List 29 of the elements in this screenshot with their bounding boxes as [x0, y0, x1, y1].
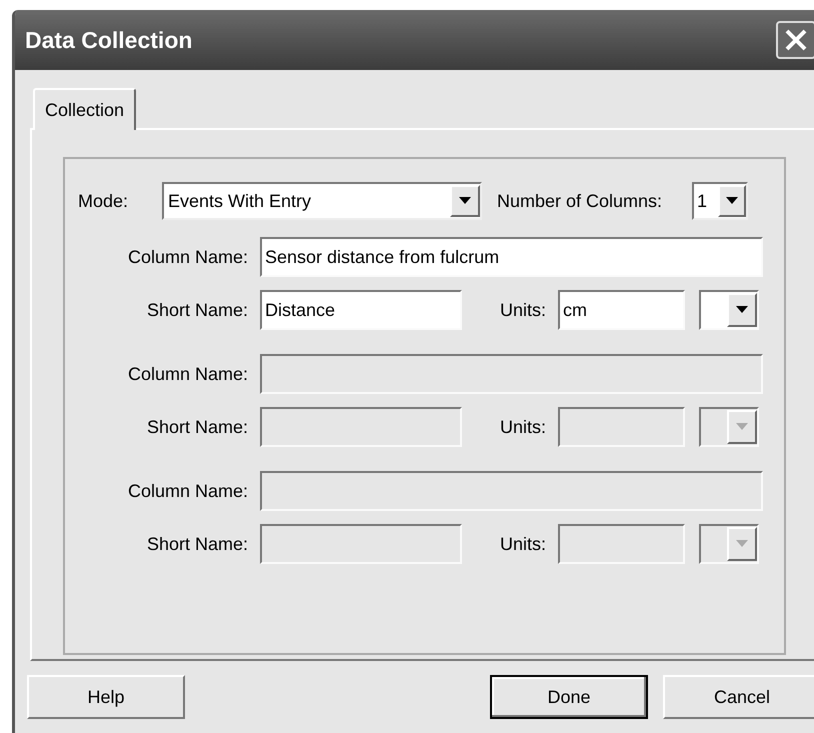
caret-icon [726, 197, 738, 205]
units-label: Units: [498, 416, 546, 438]
close-icon [783, 27, 809, 53]
column-name-label: Column Name: [126, 480, 248, 502]
short-name-label: Short Name: [146, 416, 248, 438]
collection-tab[interactable]: Collection [33, 88, 136, 130]
units-dropdown[interactable] [699, 290, 759, 330]
caret-icon [736, 423, 748, 431]
units-label: Units: [498, 532, 546, 556]
close-button[interactable] [776, 21, 814, 59]
dialog-button[interactable]: Cancel [663, 675, 814, 719]
column-name-label: Column Name: [126, 362, 248, 386]
units-field[interactable]: cm [558, 290, 685, 330]
mode-label: Mode: [78, 190, 130, 212]
columns-label: Number of Columns: [497, 190, 664, 212]
dialog-button[interactable]: Help [27, 675, 185, 719]
column-name-label: Column Name: [126, 246, 248, 268]
short-name-label: Short Name: [146, 298, 248, 322]
dialog-button[interactable]: Done [490, 675, 648, 719]
short-name-field[interactable]: Distance [260, 290, 462, 330]
mode-dropdown[interactable]: Events With Entry [162, 182, 482, 220]
column-name-field[interactable]: Sensor distance from fulcrum [260, 237, 763, 277]
window-title: Data Collection [25, 26, 192, 55]
short-name-label: Short Name: [146, 532, 248, 556]
caret-icon [736, 306, 748, 314]
units-label: Units: [498, 298, 546, 322]
columns-dropdown[interactable]: 1 [692, 182, 748, 220]
caret-icon [459, 197, 471, 205]
caret-icon [736, 540, 748, 548]
